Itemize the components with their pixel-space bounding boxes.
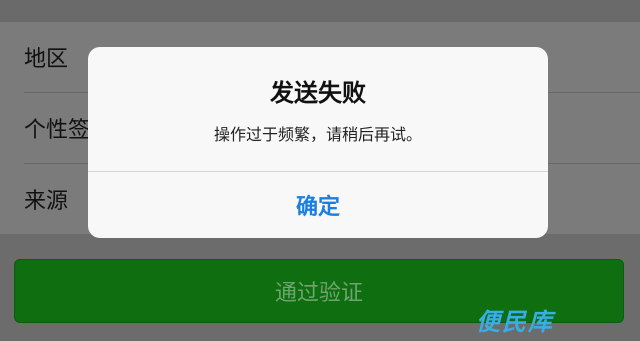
top-strip [0,0,640,22]
alert-message: 操作过于频繁，请稍后再试。 [213,125,422,144]
list-item-label: 来源 [24,189,69,214]
alert-dialog: 发送失败 操作过于频繁，请稍后再试。 确定 [88,47,548,238]
confirm-button[interactable]: 确定 [88,172,548,238]
screen: 地区 个性签 来源 通过验证 便民库 发送失败 操作过于频繁，请稍后再试。 确定 [0,0,640,341]
list-item-label: 个性签 [24,118,91,143]
alert-title: 发送失败 [270,79,366,107]
list-item-label: 地区 [24,47,69,72]
watermark-logo: 便民库 [476,308,554,336]
